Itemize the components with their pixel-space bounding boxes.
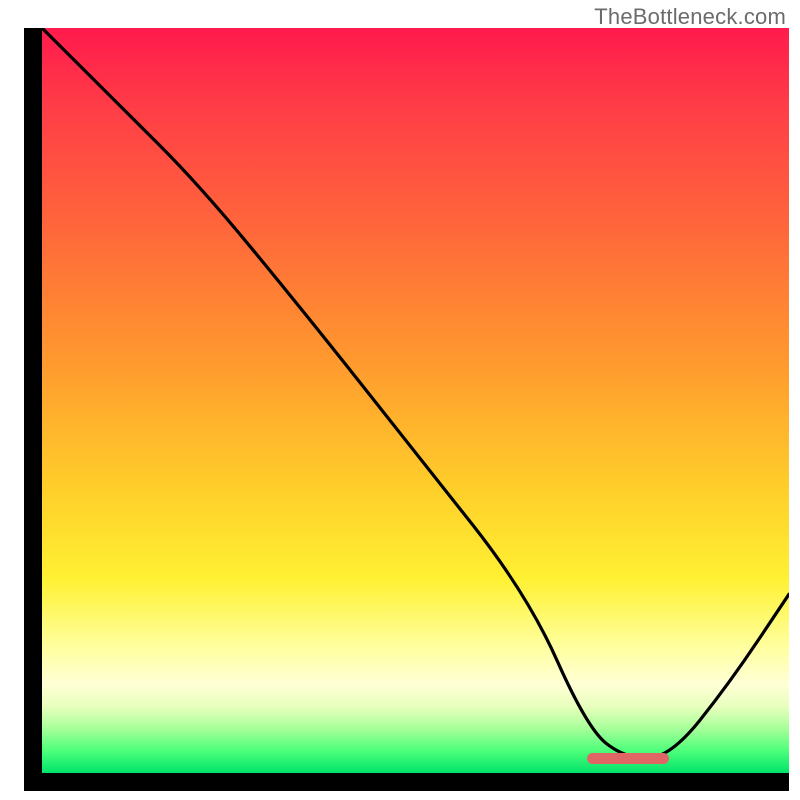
y-axis (24, 28, 42, 773)
watermark-text: TheBottleneck.com (594, 4, 786, 30)
plot-area (42, 28, 789, 773)
bottleneck-curve (42, 28, 789, 773)
curve-path (42, 28, 789, 758)
optimal-range-marker (587, 753, 669, 764)
x-axis (24, 773, 789, 791)
chart-canvas: TheBottleneck.com (0, 0, 800, 800)
